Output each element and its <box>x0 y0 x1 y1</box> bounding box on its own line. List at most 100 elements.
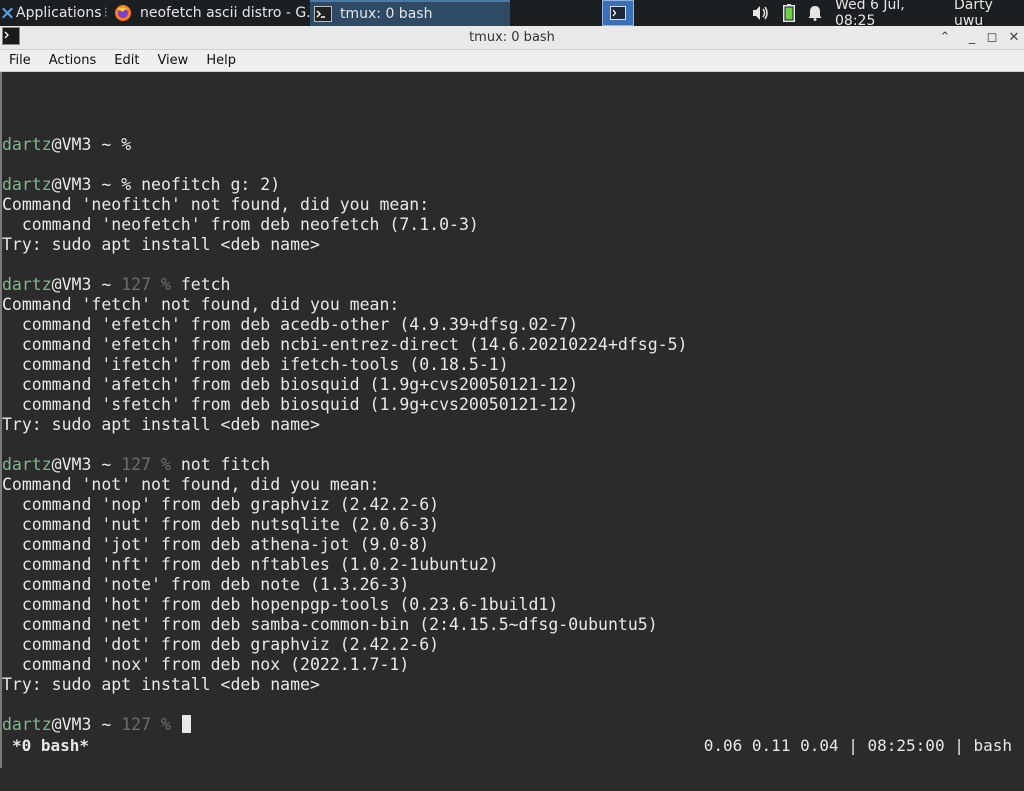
terminal-icon <box>314 6 332 22</box>
applications-label: Applications <box>16 5 102 21</box>
terminal-line: dartz@VM3 ~ 127 % <box>2 715 1022 735</box>
terminal-text: Command 'neofitch' not found, did you me… <box>2 195 430 214</box>
terminal-line: Try: sudo apt install <deb name> <box>2 415 1022 435</box>
close-icon: ✕ <box>1008 30 1020 45</box>
terminal-line: command 'nox' from deb nox (2022.1.7-1) <box>2 655 1022 675</box>
prompt-user: dartz <box>2 175 52 194</box>
firefox-icon <box>115 5 131 21</box>
terminal-text: command 'net' from deb samba-common-bin … <box>2 615 658 634</box>
top-panel: Applications ⁝ neofetch ascii distro - G… <box>0 0 1024 29</box>
terminal-line: Try: sudo apt install <deb name> <box>2 675 1022 695</box>
volume-icon <box>753 6 768 20</box>
terminal-line: command 'note' from deb note (1.3.26-3) <box>2 575 1022 595</box>
terminal-text: Command 'fetch' not found, did you mean: <box>2 295 400 314</box>
menu-view[interactable]: View <box>148 53 197 68</box>
terminal-line: command 'nft' from deb nftables (1.0.2-1… <box>2 555 1022 575</box>
terminal-line: command 'ifetch' from deb ifetch-tools (… <box>2 355 1022 375</box>
text-cursor <box>181 715 191 733</box>
exit-code: 127 % <box>121 715 171 734</box>
window-title: tmux: 0 bash <box>469 30 555 45</box>
tmux-window-list[interactable]: *0 bash* <box>12 736 89 755</box>
terminal-text: @VM3 ~ <box>51 455 122 474</box>
terminal-line: command 'jot' from deb athena-jot (9.0-8… <box>2 535 1022 555</box>
terminal-line: dartz@VM3 ~ 127 % fetch <box>2 275 1022 295</box>
terminal-text: command 'hot' from deb hopenpgp-tools (0… <box>2 595 559 614</box>
maximize-icon: ◻ <box>986 30 998 45</box>
prompt-user: dartz <box>2 715 52 734</box>
terminal-line: Try: sudo apt install <deb name> <box>2 235 1022 255</box>
terminal-icon <box>610 6 626 20</box>
terminal-text: @VM3 ~ % neofitch g: 2) <box>51 175 281 194</box>
terminal-area[interactable]: dartz@VM3 ~ % dartz@VM3 ~ % neofitch g: 2… <box>0 72 1024 768</box>
clock[interactable]: Wed 6 Jul, 08:25 <box>835 0 947 29</box>
taskbar-item-label: tmux: 0 bash <box>340 6 433 22</box>
terminal-line: command 'sfetch' from deb biosquid (1.9g… <box>2 395 1022 415</box>
terminal-text: command 'efetch' from deb acedb-other (4… <box>2 315 579 334</box>
terminal-text: command 'jot' from deb athena-jot (9.0-8… <box>2 535 430 554</box>
terminal-text: not fitch <box>170 455 271 474</box>
minimize-button[interactable]: _ <box>961 26 983 50</box>
terminal-line: dartz@VM3 ~ % neofitch g: 2) <box>2 175 1022 195</box>
notifications-button[interactable] <box>803 0 827 26</box>
maximize-button[interactable]: ◻ <box>981 26 1003 50</box>
terminal-line: command 'efetch' from deb acedb-other (4… <box>2 315 1022 335</box>
tmux-status-bar: *0 bash* 0.06 0.11 0.04 | 08:25:00 | bas… <box>0 734 1024 758</box>
terminal-text: command 'dot' from deb graphviz (2.42.2-… <box>2 635 440 654</box>
xfce-mouse-icon <box>2 7 13 19</box>
terminal-line: command 'hot' from deb hopenpgp-tools (0… <box>2 595 1022 615</box>
tmux-status-right: 0.06 0.11 0.04 | 08:25:00 | bash <box>703 736 1012 755</box>
terminal-line: command 'afetch' from deb biosquid (1.9g… <box>2 375 1022 395</box>
terminal-line: command 'neofetch' from deb neofetch (7.… <box>2 215 1022 235</box>
volume-button[interactable] <box>748 0 774 26</box>
terminal-text: @VM3 ~ <box>51 715 122 734</box>
terminal-line: command 'efetch' from deb ncbi-entrez-di… <box>2 335 1022 355</box>
taskbar-item-terminal[interactable]: tmux: 0 bash <box>310 0 510 26</box>
prompt-user: dartz <box>2 275 52 294</box>
terminal-text: @VM3 ~ <box>51 275 122 294</box>
menu-help[interactable]: Help <box>197 53 245 68</box>
taskbar-item-label: neofetch ascii distro - G... <box>140 5 310 21</box>
exit-code: 127 % <box>121 275 171 294</box>
menu-file[interactable]: File <box>0 53 40 68</box>
battery-icon <box>783 4 795 22</box>
terminal-text: fetch <box>170 275 231 294</box>
terminal-text: command 'sfetch' from deb biosquid (1.9g… <box>2 395 579 414</box>
terminal-line: dartz@VM3 ~ % <box>2 135 1022 155</box>
battery-button[interactable] <box>778 0 800 26</box>
terminal-line: Command 'neofitch' not found, did you me… <box>2 195 1022 215</box>
terminal-text: command 'nop' from deb graphviz (2.42.2-… <box>2 495 440 514</box>
prompt-user: dartz <box>2 455 52 474</box>
user-menu[interactable]: Darty uwu <box>954 0 1024 29</box>
prompt-user: dartz <box>2 135 52 154</box>
terminal-line: command 'dot' from deb graphviz (2.42.2-… <box>2 635 1022 655</box>
shade-window-button[interactable]: ⌃ <box>934 26 956 50</box>
menu-edit[interactable]: Edit <box>105 53 148 68</box>
terminal-text: @VM3 ~ % <box>51 135 132 154</box>
terminal-text: Try: sudo apt install <deb name> <box>2 415 320 434</box>
terminal-text: command 'nut' from deb nutsqlite (2.0.6-… <box>2 515 440 534</box>
taskbar-item-firefox[interactable]: neofetch ascii distro - G... <box>110 0 310 26</box>
bell-icon <box>808 6 822 21</box>
minimize-icon: _ <box>968 30 976 45</box>
terminal-text: Try: sudo apt install <deb name> <box>2 675 320 694</box>
terminal-line: dartz@VM3 ~ 127 % not fitch <box>2 455 1022 475</box>
exit-code: 127 % <box>121 455 171 474</box>
applications-menu-button[interactable]: Applications ⁝ <box>0 0 108 26</box>
menu-actions[interactable]: Actions <box>40 53 106 68</box>
terminal-text: command 'afetch' from deb biosquid (1.9g… <box>2 375 579 394</box>
terminal-text: Try: sudo apt install <deb name> <box>2 235 320 254</box>
workspace-switcher-1[interactable] <box>602 0 634 26</box>
terminal-line: Command 'not' not found, did you mean: <box>2 475 1022 495</box>
terminal-text: command 'nox' from deb nox (2022.1.7-1) <box>2 655 410 674</box>
terminal-text: command 'efetch' from deb ncbi-entrez-di… <box>2 335 688 354</box>
close-button[interactable]: ✕ <box>1003 26 1024 50</box>
window-titlebar[interactable]: tmux: 0 bash ⌃ _ ◻ ✕ <box>0 26 1024 50</box>
terminal-text: command 'ifetch' from deb ifetch-tools (… <box>2 355 509 374</box>
terminal-text: command 'neofetch' from deb neofetch (7.… <box>2 215 479 234</box>
terminal-output: dartz@VM3 ~ % dartz@VM3 ~ % neofitch g: 2… <box>2 135 1022 735</box>
menu-separator: ⁝ <box>103 5 108 21</box>
terminal-text: Command 'not' not found, did you mean: <box>2 475 380 494</box>
